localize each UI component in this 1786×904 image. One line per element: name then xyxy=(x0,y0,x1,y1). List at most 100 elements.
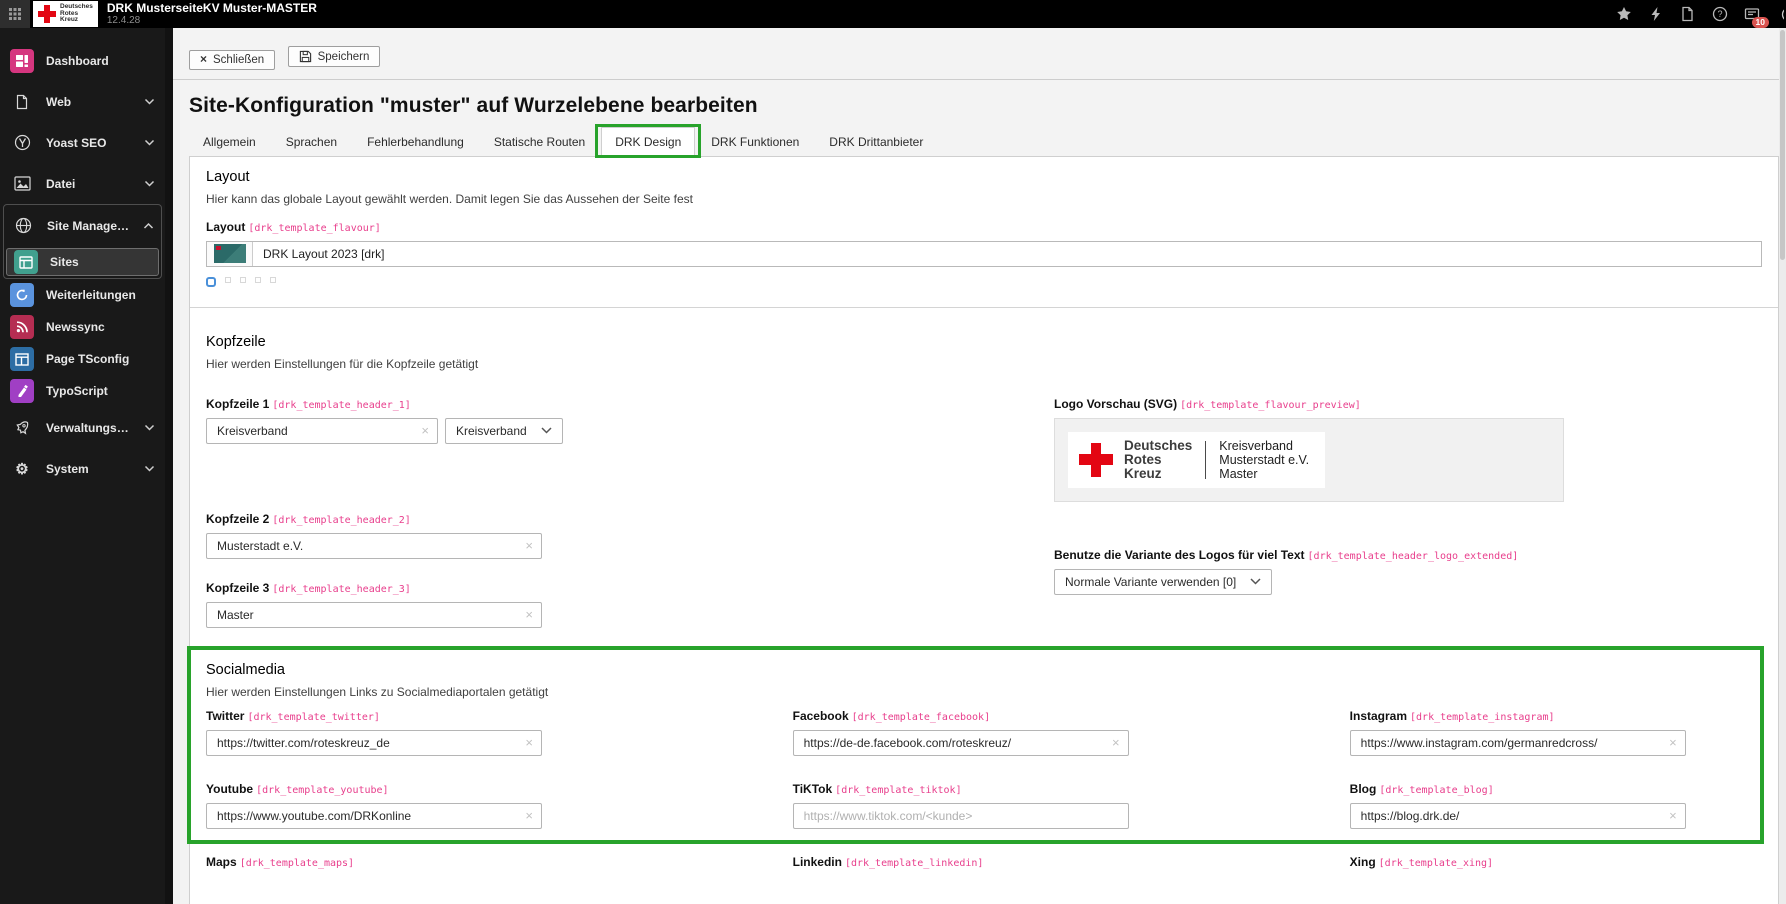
tiktok-input[interactable] xyxy=(794,804,1128,828)
layout-thumbnail-drk2023-selected[interactable] xyxy=(206,277,216,287)
drk-cross-icon xyxy=(1079,443,1113,477)
clear-icon[interactable]: × xyxy=(525,539,533,552)
kopfzeile1-input[interactable] xyxy=(207,419,437,443)
clear-icon[interactable]: × xyxy=(1669,736,1677,749)
tab-sprachen[interactable]: Sprachen xyxy=(272,127,351,156)
layout-section: Layout Hier kann das globale Layout gewä… xyxy=(206,169,1762,287)
system-information-icon[interactable]: 10 xyxy=(1743,6,1760,23)
instagram-input[interactable] xyxy=(1351,731,1685,755)
save-button[interactable]: Speichern xyxy=(288,46,381,67)
field-name: Blog xyxy=(1350,782,1377,796)
tab-drk-drittanbieter[interactable]: DRK Drittanbieter xyxy=(815,127,937,156)
twitter-field: Twitter[drk_template_twitter] × xyxy=(206,709,793,756)
scrollbar-thumb[interactable] xyxy=(1780,30,1785,260)
drk-cross-icon xyxy=(38,5,56,23)
sidebar-item-label: Web xyxy=(46,95,71,109)
tab-statische-routen[interactable]: Statische Routen xyxy=(480,127,599,156)
sidebar-item-datei[interactable]: Datei xyxy=(0,163,165,204)
layout-thumbnail-3[interactable] xyxy=(240,277,246,283)
tab-allgemein[interactable]: Allgemein xyxy=(189,127,270,156)
sidebar-item-verwaltungswerkzeuge[interactable]: Verwaltungswerkze... xyxy=(0,407,165,448)
tab-content-panel: Layout Hier kann das globale Layout gewä… xyxy=(189,156,1779,904)
field-key: [drk_template_header_3] xyxy=(272,584,410,595)
nav-splitter[interactable] xyxy=(165,28,173,904)
vertical-scrollbar[interactable] xyxy=(1779,28,1786,904)
chevron-down-icon xyxy=(144,180,155,188)
twitter-input[interactable] xyxy=(207,731,541,755)
field-key: [drk_template_linkedin] xyxy=(845,858,983,869)
layout-thumbnail-5[interactable] xyxy=(270,277,276,283)
kopfzeile2-input[interactable] xyxy=(207,534,541,558)
field-key: [drk_template_xing] xyxy=(1379,858,1493,869)
sidebar-item-page-tsconfig[interactable]: Page TSconfig xyxy=(0,343,165,375)
clear-icon[interactable]: × xyxy=(421,424,429,437)
kopfzeile1-value-picker[interactable]: Kreisverband xyxy=(445,418,563,444)
youtube-input[interactable] xyxy=(207,804,541,828)
section-description: Hier kann das globale Layout gewählt wer… xyxy=(206,192,1762,206)
sidebar-item-newssync[interactable]: Newssync xyxy=(0,311,165,343)
module-grid-button[interactable] xyxy=(0,0,30,28)
sidebar-item-dashboard[interactable]: Dashboard xyxy=(0,40,165,81)
tab-fehlerbehandlung[interactable]: Fehlerbehandlung xyxy=(353,127,478,156)
gear-icon: ⚙ xyxy=(10,457,34,481)
sidebar-item-weiterleitungen[interactable]: Weiterleitungen xyxy=(0,279,165,311)
layout-thumbnail-2[interactable] xyxy=(225,277,231,283)
sidebar-item-typoscript[interactable]: TypoScript xyxy=(0,375,165,407)
document-icon[interactable] xyxy=(1679,6,1696,23)
facebook-field: Facebook[drk_template_facebook] × xyxy=(793,709,1350,756)
clear-icon[interactable]: × xyxy=(525,736,533,749)
globe-icon xyxy=(11,214,35,238)
blog-input[interactable] xyxy=(1351,804,1685,828)
chevron-down-icon xyxy=(1250,578,1261,585)
blog-input-wrap: × xyxy=(1350,803,1686,829)
bookmark-star-icon[interactable] xyxy=(1615,6,1632,23)
close-button[interactable]: × Schließen xyxy=(189,50,275,70)
sidebar-item-site-management[interactable]: Site Management xyxy=(4,205,161,246)
sidebar-item-label: Site Management xyxy=(47,219,131,233)
kopfzeile2-label: Kopfzeile 2[drk_template_header_2] xyxy=(206,512,1054,526)
notification-badge: 10 xyxy=(1752,17,1769,28)
sidebar-item-system[interactable]: ⚙ System xyxy=(0,448,165,489)
avatar-partial-icon[interactable] xyxy=(1775,6,1784,23)
clear-icon[interactable]: × xyxy=(525,809,533,822)
typo3-version: 12.4.28 xyxy=(107,15,317,26)
tab-drk-funktionen[interactable]: DRK Funktionen xyxy=(697,127,813,156)
kopfzeile2-field: Kopfzeile 2[drk_template_header_2] × xyxy=(206,512,1054,559)
kopfzeile3-field: Kopfzeile 3[drk_template_header_3] × xyxy=(206,581,1054,628)
help-icon[interactable]: ? xyxy=(1711,6,1728,23)
kopfzeile-section: Kopfzeile Hier werden Einstellungen für … xyxy=(206,308,1762,650)
select-value: Normale Variante verwenden [0] xyxy=(1065,575,1236,589)
layout-selected-option[interactable]: DRK Layout 2023 [drk] xyxy=(206,241,1762,267)
field-key: [drk_template_facebook] xyxy=(852,712,990,723)
sidebar-item-label: Dashboard xyxy=(46,54,109,68)
sidebar-item-sites[interactable]: Sites xyxy=(6,248,159,276)
layout-thumbnail-4[interactable] xyxy=(255,277,261,283)
clear-icon[interactable]: × xyxy=(1112,736,1120,749)
field-name: Kopfzeile 1 xyxy=(206,397,269,411)
module-body: × Schließen Speichern Site-Konfiguration… xyxy=(173,28,1786,904)
tab-drk-design[interactable]: DRK Design xyxy=(601,127,695,157)
picker-value: Kreisverband xyxy=(456,424,527,438)
field-name: Youtube xyxy=(206,782,253,796)
logo-brand-lines: Deutsches Rotes Kreuz xyxy=(1124,439,1192,481)
facebook-input[interactable] xyxy=(794,731,1128,755)
chevron-down-icon xyxy=(541,427,552,434)
rss-icon xyxy=(10,315,34,339)
field-name: Instagram xyxy=(1350,709,1407,723)
logo-unit-lines: Kreisverband Musterstadt e.V. Master xyxy=(1219,439,1309,481)
clear-icon[interactable]: × xyxy=(1669,809,1677,822)
selected-option-thumb xyxy=(207,242,253,266)
sidebar-item-web[interactable]: Web xyxy=(0,81,165,122)
maps-field: Maps[drk_template_maps] xyxy=(206,855,793,876)
drk-logo[interactable]: Deutsches Rotes Kreuz xyxy=(33,1,98,27)
logo-variant-select[interactable]: Normale Variante verwenden [0] xyxy=(1054,569,1272,595)
clear-icon[interactable]: × xyxy=(525,608,533,621)
image-icon xyxy=(10,172,34,196)
drk-brand-text: Deutsches Rotes Kreuz xyxy=(60,4,93,24)
kopfzeile1-input-wrap: × xyxy=(206,418,438,444)
field-name: Kopfzeile 3 xyxy=(206,581,269,595)
clear-cache-bolt-icon[interactable] xyxy=(1647,6,1664,23)
logo-divider xyxy=(1205,441,1206,479)
kopfzeile3-input[interactable] xyxy=(207,603,541,627)
sidebar-item-yoast-seo[interactable]: Yoast SEO xyxy=(0,122,165,163)
